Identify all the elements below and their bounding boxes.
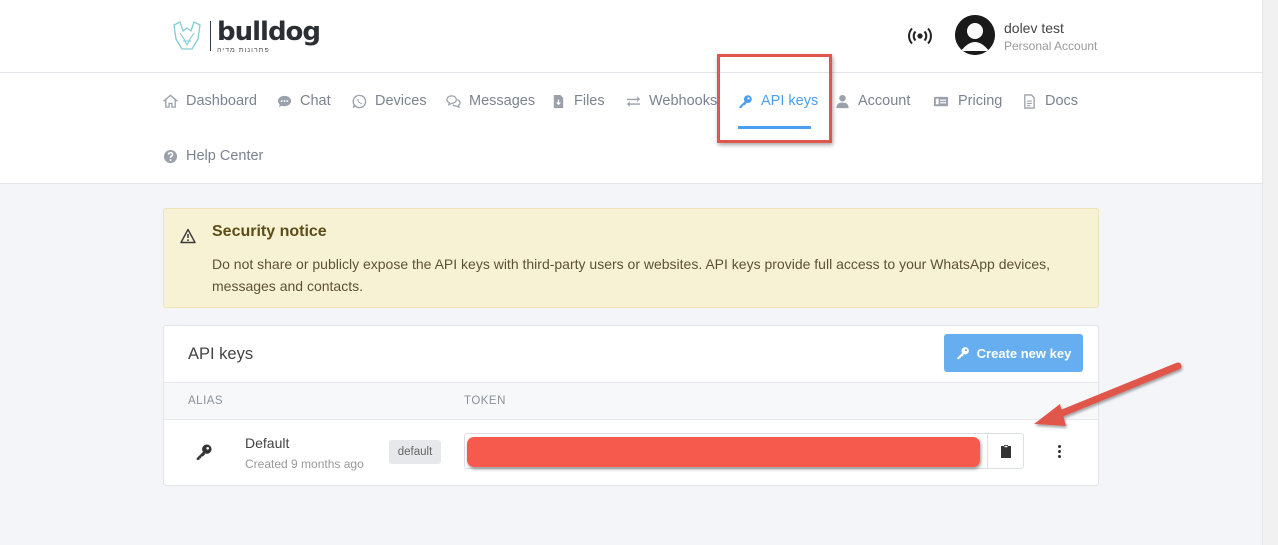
warning-triangle-icon xyxy=(180,228,196,244)
table-header: ALIAS TOKEN xyxy=(164,382,1098,420)
dot xyxy=(1057,454,1061,458)
user-silhouette-icon xyxy=(955,15,995,55)
logo-text: bulldog פתרונות מדיה xyxy=(217,16,321,54)
dot xyxy=(1057,444,1061,448)
highlight-annotation xyxy=(717,54,832,143)
nav-label-webhooks: Webhooks xyxy=(649,93,718,109)
logo-word: bulldog xyxy=(217,16,321,47)
nav-item-docs[interactable]: Docs xyxy=(1022,89,1078,113)
nav-label-files: Files xyxy=(574,93,605,109)
notice-body: Do not share or publicly expose the API … xyxy=(212,256,1051,294)
nav-label-pricing: Pricing xyxy=(958,93,1003,109)
key-icon xyxy=(956,347,969,360)
nav-label-chat: Chat xyxy=(300,93,331,109)
question-circle-icon xyxy=(163,149,178,163)
nav-label-docs: Docs xyxy=(1045,93,1079,109)
key-icon xyxy=(196,444,212,460)
nav-label-dashboard: Dashboard xyxy=(186,93,257,109)
nav-item-account[interactable]: Account xyxy=(835,89,910,113)
scrollbar[interactable] xyxy=(1262,0,1278,545)
dot xyxy=(1057,449,1061,453)
avatar[interactable] xyxy=(955,15,995,55)
key-created-date: Created 9 months ago xyxy=(245,457,364,471)
nav-label-account: Account xyxy=(858,93,911,109)
column-header-alias: ALIAS xyxy=(188,395,224,407)
token-redaction xyxy=(467,437,980,467)
key-alias: Default xyxy=(245,435,290,451)
user-name[interactable]: dolev test xyxy=(1004,20,1064,36)
user-icon xyxy=(836,94,849,108)
home-icon xyxy=(163,94,178,108)
account-type: Personal Account xyxy=(1004,39,1098,53)
chat-bubble-icon xyxy=(277,95,292,107)
nav-item-webhooks[interactable]: Webhooks xyxy=(626,89,717,113)
token-field[interactable] xyxy=(464,433,988,469)
copy-token-button[interactable] xyxy=(987,433,1024,469)
exchange-arrows-icon xyxy=(626,95,641,107)
nav-item-help-center[interactable]: Help Center xyxy=(163,144,263,168)
bulldog-logo-icon xyxy=(173,21,201,50)
more-options-button[interactable] xyxy=(1054,441,1064,461)
broadcast-icon[interactable] xyxy=(908,25,932,47)
nav-label-messages: Messages xyxy=(469,93,536,109)
top-bar: bulldog פתרונות מדיה dolev test Personal… xyxy=(0,0,1262,73)
file-icon xyxy=(553,94,564,108)
notice-title: Security notice xyxy=(212,223,327,240)
nav-item-pricing[interactable]: Pricing xyxy=(932,89,1002,113)
column-header-token: TOKEN xyxy=(464,395,506,407)
nav-item-files[interactable]: Files xyxy=(551,89,605,113)
nav-item-devices[interactable]: Devices xyxy=(352,89,427,113)
nav-item-chat[interactable]: Chat xyxy=(277,89,331,113)
api-keys-card: API keys Create new key ALIAS TOKEN Defa… xyxy=(163,325,1099,486)
logo-tagline: פתרונות מדיה xyxy=(217,46,270,54)
nav-item-messages[interactable]: Messages xyxy=(446,89,535,113)
bulldog-logo[interactable]: bulldog פתרונות מדיה xyxy=(170,16,321,54)
default-badge: default xyxy=(389,440,441,464)
security-notice: Security notice Do not share or publicly… xyxy=(163,208,1099,308)
nav-label-help-center: Help Center xyxy=(186,148,264,164)
document-icon xyxy=(1024,93,1035,109)
logo-divider xyxy=(210,21,211,51)
nav-label-devices: Devices xyxy=(375,93,427,109)
money-bill-icon xyxy=(933,96,949,106)
whatsapp-icon xyxy=(352,94,367,108)
card-title: API keys xyxy=(188,345,254,363)
clipboard-icon xyxy=(1000,445,1011,458)
annotation-arrow xyxy=(1034,362,1182,426)
nav-item-dashboard[interactable]: Dashboard xyxy=(163,89,257,113)
messages-icon xyxy=(446,94,461,108)
